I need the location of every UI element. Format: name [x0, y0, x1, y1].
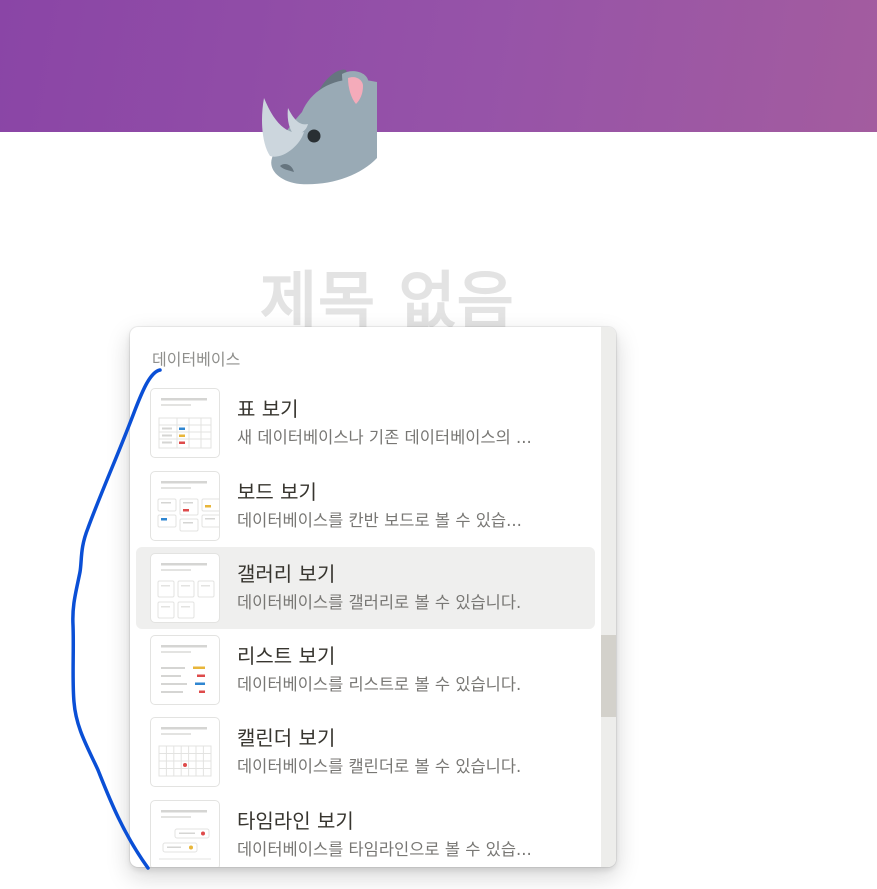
- menu-item-title: 갤러리 보기: [237, 562, 336, 586]
- database-view-menu: 데이터베이스 표 보기 새 데이터베이스나 기존 데이터베이스의 ... 보드 …: [130, 327, 616, 867]
- timeline-view-icon: [150, 800, 220, 867]
- menu-item-title: 타임라인 보기: [237, 809, 354, 833]
- menu-item-table-view[interactable]: 표 보기 새 데이터베이스나 기존 데이터베이스의 ...: [136, 382, 595, 464]
- menu-scrollbar-thumb[interactable]: [601, 635, 616, 717]
- menu-item-board-view[interactable]: 보드 보기 데이터베이스를 칸반 보드로 볼 수 있습...: [136, 465, 595, 547]
- menu-item-gallery-view[interactable]: 갤러리 보기 데이터베이스를 갤러리로 볼 수 있습니다.: [136, 547, 595, 629]
- menu-item-description: 데이터베이스를 리스트로 볼 수 있습니다.: [237, 675, 522, 694]
- menu-section-label: 데이터베이스: [152, 350, 241, 369]
- menu-item-description: 데이터베이스를 캘린더로 볼 수 있습니다.: [237, 757, 522, 776]
- calendar-view-icon: [150, 717, 220, 787]
- menu-item-description: 데이터베이스를 칸반 보드로 볼 수 있습...: [237, 511, 522, 530]
- table-view-icon: [150, 388, 220, 458]
- menu-item-description: 데이터베이스를 갤러리로 볼 수 있습니다.: [237, 593, 522, 612]
- menu-item-timeline-view[interactable]: 타임라인 보기 데이터베이스를 타임라인으로 볼 수 있습...: [136, 794, 595, 867]
- menu-item-list-view[interactable]: 리스트 보기 데이터베이스를 리스트로 볼 수 있습니다.: [136, 629, 595, 711]
- menu-item-calendar-view[interactable]: 캘린더 보기 데이터베이스를 캘린더로 볼 수 있습니다.: [136, 711, 595, 793]
- page-cover[interactable]: [0, 0, 877, 132]
- menu-item-title: 보드 보기: [237, 480, 317, 504]
- list-view-icon: [150, 635, 220, 705]
- menu-item-description: 새 데이터베이스나 기존 데이터베이스의 ...: [237, 428, 532, 447]
- menu-item-title: 캘린더 보기: [237, 726, 336, 750]
- menu-item-title: 리스트 보기: [237, 644, 336, 668]
- board-view-icon: [150, 471, 220, 541]
- menu-item-title: 표 보기: [237, 397, 299, 421]
- menu-scrollbar-track[interactable]: [601, 327, 616, 867]
- rhino-emoji-icon[interactable]: [256, 66, 382, 190]
- gallery-view-icon: [150, 553, 220, 623]
- menu-item-description: 데이터베이스를 타임라인으로 볼 수 있습...: [237, 840, 532, 859]
